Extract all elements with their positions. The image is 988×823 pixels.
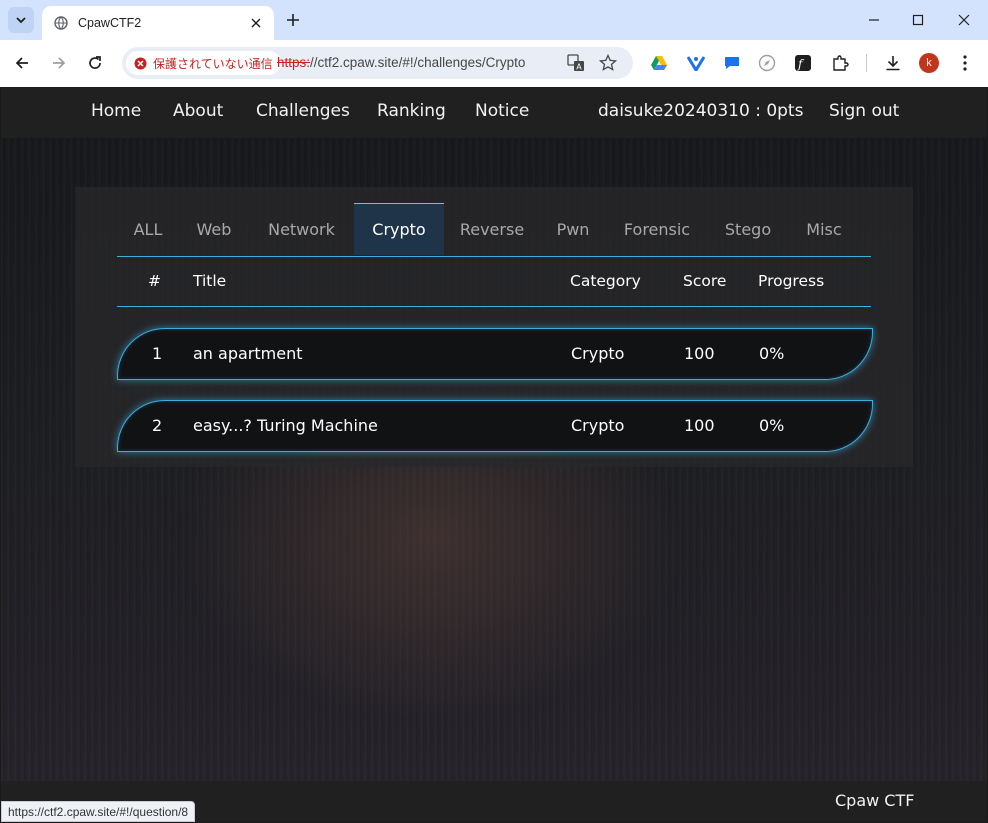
column-header-progress: Progress: [758, 272, 825, 290]
nav-about[interactable]: About: [173, 101, 223, 121]
challenge-title[interactable]: easy...? Turing Machine: [193, 416, 378, 435]
challenge-number: 2: [152, 416, 163, 435]
footer-brand: Cpaw CTF: [835, 791, 915, 810]
tab-crypto[interactable]: Crypto: [354, 203, 444, 255]
header-divider-bottom: [117, 306, 871, 307]
nav-challenges[interactable]: Challenges: [256, 101, 350, 121]
url-path: //ctf2.cpaw.site/#!/challenges/Crypto: [310, 55, 526, 70]
reload-icon[interactable]: [83, 51, 107, 75]
page-viewport: Home About Challenges Ranking Notice dai…: [1, 87, 987, 822]
challenge-row[interactable]: 2 easy...? Turing Machine Crypto 100 0%: [117, 400, 873, 452]
site-navbar: Home About Challenges Ranking Notice dai…: [1, 87, 987, 138]
url-scheme: https:: [277, 55, 311, 70]
translate-icon[interactable]: A: [566, 53, 586, 73]
challenge-progress: 0%: [759, 416, 785, 435]
tab-misc[interactable]: Misc: [788, 203, 860, 255]
url-text[interactable]: https://ctf2.cpaw.site/#!/challenges/Cry…: [277, 55, 525, 70]
tab-all[interactable]: ALL: [117, 203, 179, 255]
challenge-category: Crypto: [571, 344, 625, 363]
status-bar-link-preview: https://ctf2.cpaw.site/#!/question/8: [1, 801, 196, 822]
chat-extension-icon[interactable]: [721, 52, 743, 74]
vivaldi-extension-icon[interactable]: [685, 52, 707, 74]
challenges-panel: ALL Web Network Crypto Reverse Pwn Foren…: [75, 187, 913, 467]
security-warning-chip[interactable]: 保護されていない通信: [126, 51, 281, 75]
tab-stego[interactable]: Stego: [708, 203, 788, 255]
column-header-title: Title: [193, 272, 227, 290]
chevron-down-icon: [16, 17, 26, 24]
formula-extension-icon[interactable]: f: [792, 52, 814, 74]
toolbar-divider: [866, 54, 867, 72]
challenge-score: 100: [684, 344, 715, 363]
security-warning-text: 保護されていない通信: [153, 56, 273, 71]
download-icon[interactable]: [882, 52, 904, 74]
tab-reverse[interactable]: Reverse: [444, 203, 540, 255]
warning-icon: [134, 57, 147, 69]
browser-toolbar: 保護されていない通信 https://ctf2.cpaw.site/#!/cha…: [0, 40, 988, 87]
tab-title: CpawCTF2: [78, 16, 142, 30]
nav-signout[interactable]: Sign out: [829, 101, 899, 121]
challenge-score: 100: [684, 416, 715, 435]
extensions-puzzle-icon[interactable]: [829, 52, 851, 74]
close-window-icon[interactable]: [952, 8, 976, 32]
tab-network[interactable]: Network: [249, 203, 354, 255]
tab-web[interactable]: Web: [179, 203, 249, 255]
challenge-row[interactable]: 1 an apartment Crypto 100 0%: [117, 328, 873, 380]
minimize-icon[interactable]: [862, 8, 886, 32]
compass-extension-icon[interactable]: [756, 52, 778, 74]
bookmark-star-icon[interactable]: [598, 53, 618, 73]
column-header-number: #: [148, 272, 161, 290]
kebab-menu-icon[interactable]: [954, 52, 976, 74]
column-header-score: Score: [683, 272, 727, 290]
new-tab-plus-icon[interactable]: [283, 10, 303, 30]
nav-notice[interactable]: Notice: [475, 101, 529, 121]
challenge-category: Crypto: [571, 416, 625, 435]
challenge-progress: 0%: [759, 344, 785, 363]
tab-forensic[interactable]: Forensic: [606, 203, 708, 255]
challenge-number: 1: [152, 344, 163, 363]
nav-ranking[interactable]: Ranking: [377, 101, 446, 121]
address-bar[interactable]: 保護されていない通信 https://ctf2.cpaw.site/#!/cha…: [122, 47, 633, 79]
tab-pwn[interactable]: Pwn: [540, 203, 606, 255]
forward-arrow-icon[interactable]: [47, 51, 71, 75]
back-arrow-icon[interactable]: [10, 51, 34, 75]
globe-icon: [54, 16, 68, 30]
browser-tab[interactable]: CpawCTF2: [42, 6, 274, 40]
column-header-category: Category: [570, 272, 641, 290]
nav-user-score[interactable]: daisuke20240310 : 0pts: [598, 101, 803, 121]
profile-avatar[interactable]: k: [919, 53, 939, 73]
tab-search-button[interactable]: [8, 7, 34, 33]
svg-text:A: A: [576, 63, 582, 72]
maximize-icon[interactable]: [906, 8, 930, 32]
tab-close-icon[interactable]: [248, 15, 264, 31]
challenge-title[interactable]: an apartment: [193, 344, 303, 363]
browser-tab-strip: CpawCTF2: [0, 0, 988, 40]
nav-home[interactable]: Home: [91, 101, 141, 121]
google-drive-icon[interactable]: [648, 52, 670, 74]
header-divider-top: [117, 256, 871, 257]
